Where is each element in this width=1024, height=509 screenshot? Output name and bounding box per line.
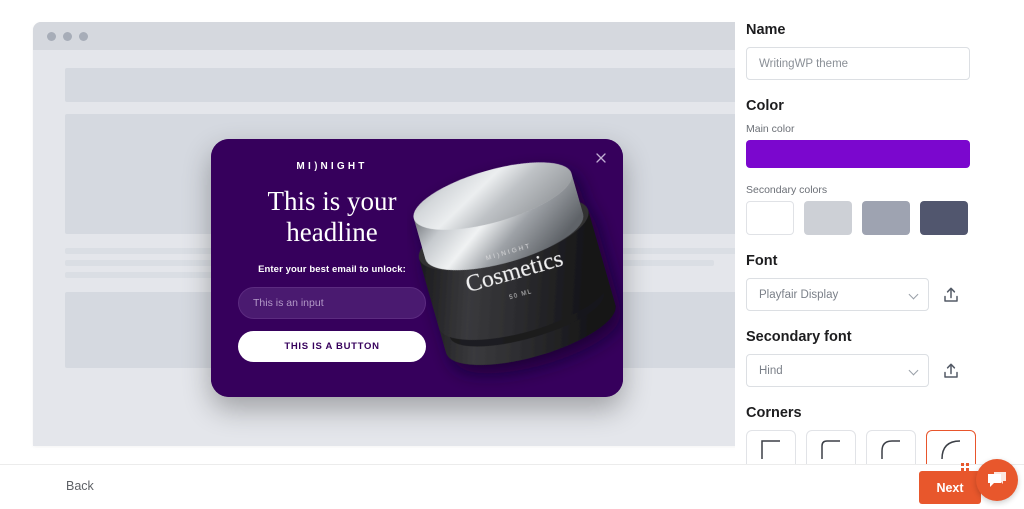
popup-headline: This is your headline bbox=[267, 186, 397, 247]
settings-panel: Name WritingWP theme Color Main color Se… bbox=[735, 0, 1024, 485]
brand-left: MI bbox=[296, 161, 314, 172]
secondary-font-upload-button[interactable] bbox=[941, 361, 961, 381]
popup-close-icon[interactable] bbox=[593, 151, 609, 167]
drag-grip-icon[interactable] bbox=[961, 463, 969, 471]
next-button[interactable]: Next bbox=[919, 471, 981, 504]
jar-name-text: Cosmetics bbox=[463, 246, 566, 299]
window-dot-close bbox=[47, 31, 56, 41]
jar-volume-text: 50 ML bbox=[509, 289, 533, 301]
browser-mockup: MI)NIGHT This is your headline Enter you… bbox=[33, 22, 735, 446]
preview-pane: MI)NIGHT This is your headline Enter you… bbox=[0, 0, 735, 464]
secondary-colors-row bbox=[746, 201, 983, 235]
secondary-font-select-value: Hind bbox=[759, 364, 783, 377]
brand-moon-icon: ) bbox=[314, 161, 321, 172]
color-section-title: Color bbox=[746, 98, 784, 114]
skeleton-banner bbox=[65, 68, 735, 102]
font-select-value: Playfair Display bbox=[759, 288, 839, 301]
theme-name-value: WritingWP theme bbox=[759, 57, 849, 70]
font-row: Playfair Display bbox=[746, 278, 983, 311]
popup-content: MI)NIGHT This is your headline Enter you… bbox=[211, 139, 453, 397]
corner-medium-icon bbox=[881, 440, 900, 459]
theme-customizer-page: MI)NIGHT This is your headline Enter you… bbox=[0, 0, 1024, 509]
theme-name-input[interactable]: WritingWP theme bbox=[746, 47, 970, 80]
secondary-color-swatch-3[interactable] bbox=[862, 201, 910, 235]
corner-small-icon bbox=[821, 440, 840, 459]
font-upload-button[interactable] bbox=[941, 285, 961, 305]
window-dot-minimize bbox=[63, 31, 72, 41]
secondary-color-swatch-2[interactable] bbox=[804, 201, 852, 235]
secondary-colors-label: Secondary colors bbox=[746, 184, 828, 196]
close-icon bbox=[596, 153, 606, 163]
secondary-font-section-title: Secondary font bbox=[746, 329, 852, 345]
back-button[interactable]: Back bbox=[66, 479, 94, 493]
chevron-down-icon bbox=[908, 365, 919, 376]
main-color-label: Main color bbox=[746, 123, 795, 135]
popup-cta-label: THIS IS A BUTTON bbox=[284, 341, 380, 352]
window-dot-maximize bbox=[79, 31, 88, 41]
popup-cta-button[interactable]: THIS IS A BUTTON bbox=[238, 331, 426, 362]
brand-right: NIGHT bbox=[320, 161, 368, 172]
corner-large-icon bbox=[941, 440, 961, 460]
secondary-font-select[interactable]: Hind bbox=[746, 354, 929, 387]
browser-titlebar bbox=[33, 22, 735, 50]
wizard-footer: Back Next bbox=[0, 464, 1024, 509]
popup-body: MI)NIGHT This is your headline Enter you… bbox=[211, 139, 623, 397]
jar-brand-text: MI)NIGHT bbox=[485, 242, 532, 262]
corners-section-title: Corners bbox=[746, 405, 802, 421]
corner-none-icon bbox=[761, 440, 780, 459]
chevron-down-icon bbox=[908, 289, 919, 300]
font-section-title: Font bbox=[746, 253, 778, 269]
chat-bubble-icon bbox=[988, 472, 1006, 487]
upload-icon bbox=[944, 287, 958, 302]
upload-icon bbox=[944, 363, 958, 378]
main-color-swatch[interactable] bbox=[746, 140, 970, 168]
preview-popup[interactable]: MI)NIGHT This is your headline Enter you… bbox=[211, 139, 623, 397]
secondary-font-row: Hind bbox=[746, 354, 983, 387]
font-select[interactable]: Playfair Display bbox=[746, 278, 929, 311]
secondary-color-swatch-4[interactable] bbox=[920, 201, 968, 235]
popup-email-placeholder: This is an input bbox=[253, 297, 324, 309]
chat-widget-button[interactable] bbox=[976, 459, 1018, 501]
popup-email-input[interactable]: This is an input bbox=[238, 287, 426, 319]
name-section-title: Name bbox=[746, 22, 786, 38]
popup-subtext: Enter your best email to unlock: bbox=[258, 264, 406, 275]
popup-brand-logo: MI)NIGHT bbox=[227, 161, 437, 172]
secondary-color-swatch-1[interactable] bbox=[746, 201, 794, 235]
